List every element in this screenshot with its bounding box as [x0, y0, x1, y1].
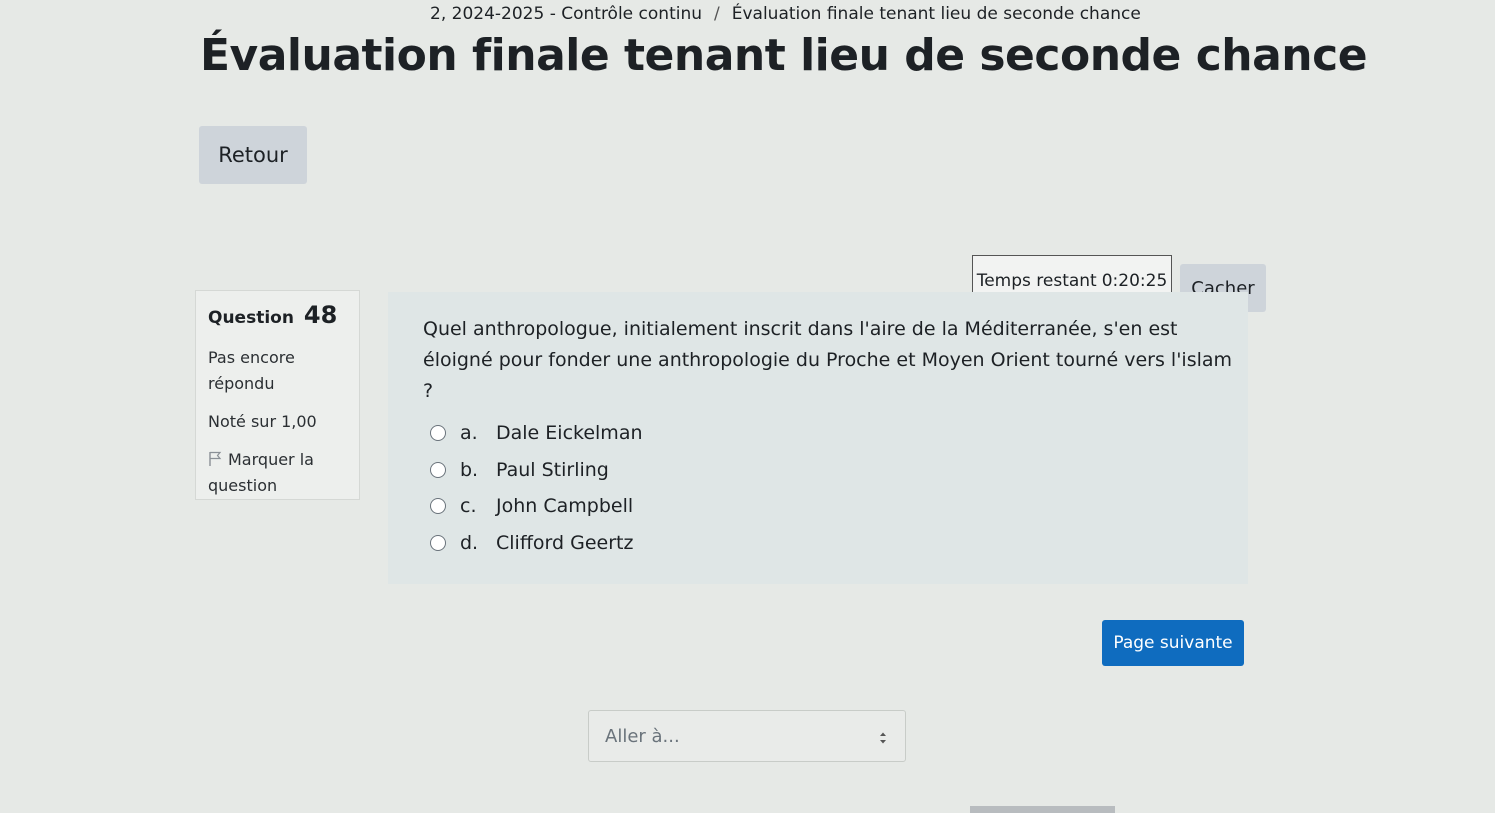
next-page-button[interactable]: Page suivante: [1102, 620, 1244, 666]
answer-text: Dale Eickelman: [496, 422, 643, 445]
answer-letter: a.: [460, 422, 478, 445]
timer-value: 0:20:25: [1101, 271, 1168, 291]
breadcrumb-separator: /: [714, 4, 720, 24]
answer-list: a. Dale Eickelman b. Paul Stirling c. Jo…: [430, 415, 643, 561]
question-number-value: 48: [303, 301, 338, 329]
question-label: Question: [208, 308, 294, 328]
radio-button[interactable]: [430, 425, 446, 442]
answer-text: Paul Stirling: [496, 458, 609, 481]
timer-label: Temps restant: [976, 271, 1097, 291]
radio-button[interactable]: [430, 461, 446, 478]
jump-select-placeholder: Aller à...: [605, 725, 680, 747]
answer-letter: b.: [460, 458, 479, 481]
question-info-panel: Question 48 Pas encore répondu Noté sur …: [195, 290, 360, 500]
page-title: Évaluation finale tenant lieu de seconde…: [200, 30, 1368, 81]
breadcrumb: 2, 2024-2025 - Contrôle continu / Évalua…: [430, 4, 1141, 24]
question-content: Quel anthropologue, initialement inscrit…: [388, 292, 1248, 584]
question-number: Question 48: [208, 301, 347, 329]
answer-option-d[interactable]: d. Clifford Geertz: [430, 525, 643, 562]
answer-option-a[interactable]: a. Dale Eickelman: [430, 415, 643, 452]
bottom-bar: [970, 806, 1115, 813]
question-text: Quel anthropologue, initialement inscrit…: [423, 318, 1233, 402]
flag-question-toggle[interactable]: Marquer la question: [208, 447, 347, 499]
flag-label-line1: Marquer la: [228, 450, 314, 469]
answer-text: John Campbell: [496, 495, 634, 518]
breadcrumb-item-quiz[interactable]: Évaluation finale tenant lieu de seconde…: [732, 4, 1141, 24]
flag-label-line2: question: [208, 476, 278, 495]
question-grade: Noté sur 1,00: [208, 412, 317, 431]
jump-to-select[interactable]: Aller à...: [588, 710, 906, 762]
breadcrumb-item-course[interactable]: 2, 2024-2025 - Contrôle continu: [430, 4, 702, 24]
question-status-line1: Pas encore: [208, 348, 295, 367]
back-button[interactable]: Retour: [199, 126, 307, 184]
answer-letter: c.: [460, 495, 477, 518]
radio-button[interactable]: [430, 498, 446, 515]
select-arrows-icon: [879, 729, 887, 744]
answer-option-c[interactable]: c. John Campbell: [430, 488, 643, 525]
flag-icon: [208, 449, 222, 466]
radio-button[interactable]: [430, 534, 446, 551]
answer-letter: d.: [460, 531, 479, 554]
question-status-line2: répondu: [208, 374, 275, 393]
answer-text: Clifford Geertz: [496, 531, 634, 554]
answer-option-b[interactable]: b. Paul Stirling: [430, 452, 643, 489]
